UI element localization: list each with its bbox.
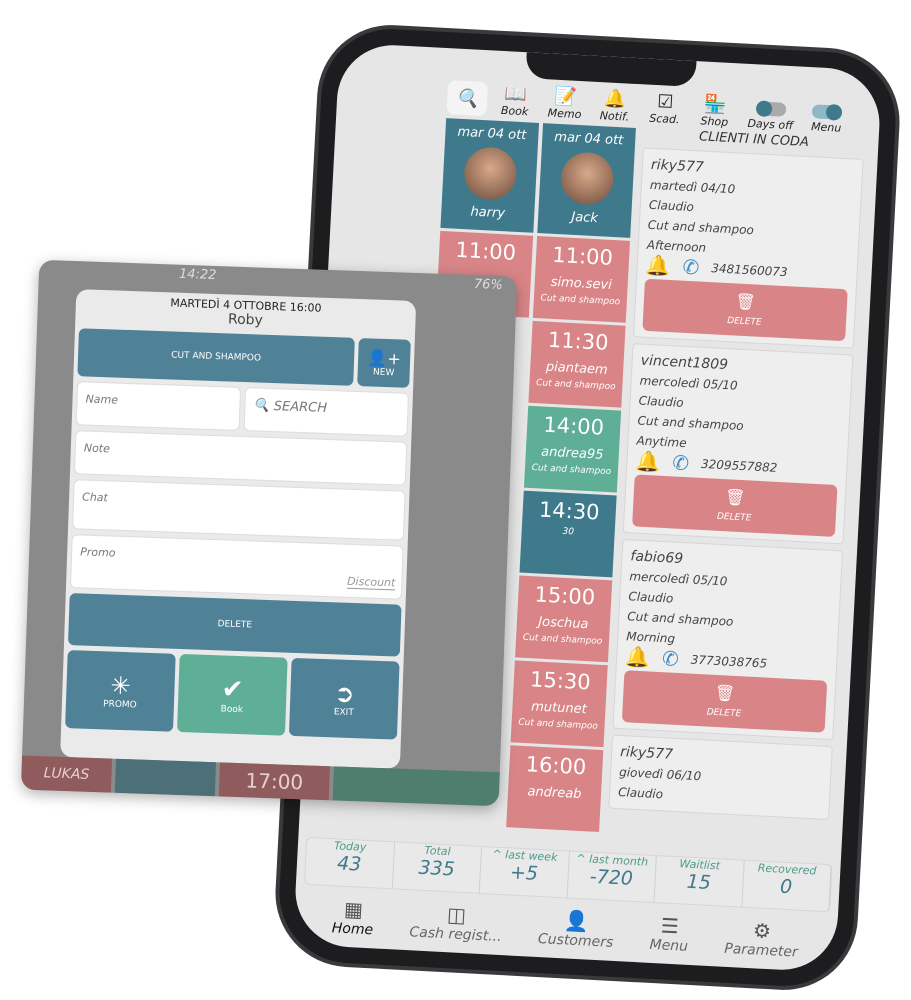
appointment-slot[interactable]: 14:00 andrea95 Cut and shampoo [523, 405, 622, 493]
bell-icon[interactable]: 🔔 [635, 448, 661, 473]
phone-icon[interactable]: ✆ [661, 646, 679, 671]
delete-button[interactable]: DELETE [67, 593, 402, 657]
name-field[interactable]: Name [75, 381, 242, 431]
exit-icon: ➲ [333, 679, 355, 709]
trash-icon: 🗑 [734, 291, 757, 312]
delete-button[interactable]: 🗑 DELETE [642, 278, 848, 342]
appointment-slot[interactable]: 15:30 mutunet Cut and shampoo [510, 660, 608, 748]
shop-button[interactable]: 🏪 Shop [692, 94, 738, 129]
phone-icon[interactable]: ✆ [672, 450, 690, 475]
dimmed-calendar-strip: LUKAS 17:00 [20, 755, 500, 807]
book-icon: 📖 [503, 83, 528, 106]
book-button[interactable]: 📖 Book [492, 83, 538, 119]
nav-item[interactable]: ⚙ Parameter [724, 917, 799, 960]
staff-header[interactable]: mar 04 ott harry [440, 118, 540, 233]
bell-icon[interactable]: 🔔 [645, 253, 671, 278]
promo-field[interactable]: Promo Discount [69, 534, 404, 600]
nav-item[interactable]: ◫ Cash regist... [409, 900, 503, 945]
new-client-button[interactable]: 👤+ NEW [357, 338, 411, 388]
delete-button[interactable]: 🗑 DELETE [632, 474, 838, 537]
waitlist-card: fabio69 mercoledì 05/10 Claudio Cut and … [612, 538, 844, 741]
bell-icon: 🔔 [603, 88, 628, 111]
booking-panel: MARTEDÌ 4 OTTOBRE 16:00 Roby CUT AND SHA… [60, 289, 417, 769]
stat-item: Waitlist 15 [654, 856, 745, 907]
waitlist-card: vincent1809 mercoledì 05/10 Claudio Cut … [622, 343, 854, 545]
appointment-time: 17:00 [218, 762, 330, 801]
nav-item[interactable]: ▦ Home [331, 896, 374, 939]
booking-dialog: 14:22 76% MARTEDÌ 4 OTTOBRE 16:00 Roby CU… [20, 259, 518, 807]
stat-item: Recovered 0 [741, 860, 832, 912]
memo-button[interactable]: 📝 Memo [542, 86, 588, 121]
nav-item[interactable]: 👤 Customers [538, 907, 615, 951]
appointment-slot[interactable]: 11:00 simo.sevi Cut and shampoo [532, 235, 631, 323]
appointment-slot [114, 758, 216, 797]
nav-item[interactable]: ☰ Menu [649, 913, 689, 954]
stat-item: Total 335 [392, 842, 483, 893]
days-off-toggle[interactable]: Days off [742, 100, 799, 133]
phone-icon[interactable]: ✆ [682, 255, 700, 280]
book-button[interactable]: ✔ Book [177, 653, 288, 736]
stat-item: ^ last week +5 [479, 846, 570, 898]
waitlist-card: riky577 martedì 04/10 Claudio Cut and sh… [632, 147, 864, 349]
menu-icon: ☰ [660, 913, 680, 939]
promo-button[interactable]: ✳ PROMO [65, 650, 176, 732]
notif-button[interactable]: 🔔 Notif. [592, 88, 638, 124]
stat-item: Today 43 [304, 837, 395, 889]
memo-icon: 📝 [553, 85, 578, 108]
avatar [462, 146, 518, 201]
bell-icon[interactable]: 🔔 [625, 644, 651, 669]
search-field[interactable]: 🔍 SEARCH [243, 387, 409, 437]
checklist-icon: ☑ [656, 91, 674, 113]
appointment-slot[interactable]: 14:30 30 [519, 490, 617, 578]
avatar [559, 151, 615, 206]
scad-button[interactable]: ☑ Scad. [642, 91, 688, 126]
chat-field[interactable]: Chat [72, 479, 406, 541]
staff-header[interactable]: mar 04 ott Jack [537, 123, 636, 238]
appointment-slot[interactable]: 11:30 piantaem Cut and shampoo [528, 320, 626, 408]
check-icon: ✔ [221, 674, 244, 706]
appointment-slot[interactable]: 16:00 andreab [506, 745, 604, 833]
service-button[interactable]: CUT AND SHAMPOO [77, 328, 355, 386]
trash-icon: 🗑 [714, 682, 736, 703]
menu-toggle[interactable]: Menu [804, 103, 849, 135]
search-icon: 🔍 [253, 398, 270, 414]
note-field[interactable]: Note [73, 430, 408, 486]
discount-field[interactable]: Discount [346, 574, 396, 591]
appointment-slot [332, 766, 500, 807]
appointment-slot[interactable]: 15:00 Joschua Cut and shampoo [515, 575, 613, 663]
waitlist-card: riky577 giovedì 06/10 Claudio [608, 734, 833, 821]
shop-icon: 🏪 [703, 93, 727, 116]
exit-button[interactable]: ➲ EXIT [288, 657, 400, 740]
stat-item: ^ last month -720 [567, 851, 657, 903]
search-button[interactable]: 🔍 [446, 80, 489, 117]
badge-icon: ✳ [110, 671, 132, 701]
trash-icon: 🗑 [724, 487, 746, 508]
grid-icon: ▦ [343, 896, 364, 922]
delete-button[interactable]: 🗑 DELETE [621, 670, 828, 733]
add-user-icon: 👤+ [367, 347, 402, 368]
appointment-name: LUKAS [20, 755, 113, 793]
waitlist-panel: CLIENTI IN CODA riky577 martedì 04/10 Cl… [602, 124, 879, 868]
